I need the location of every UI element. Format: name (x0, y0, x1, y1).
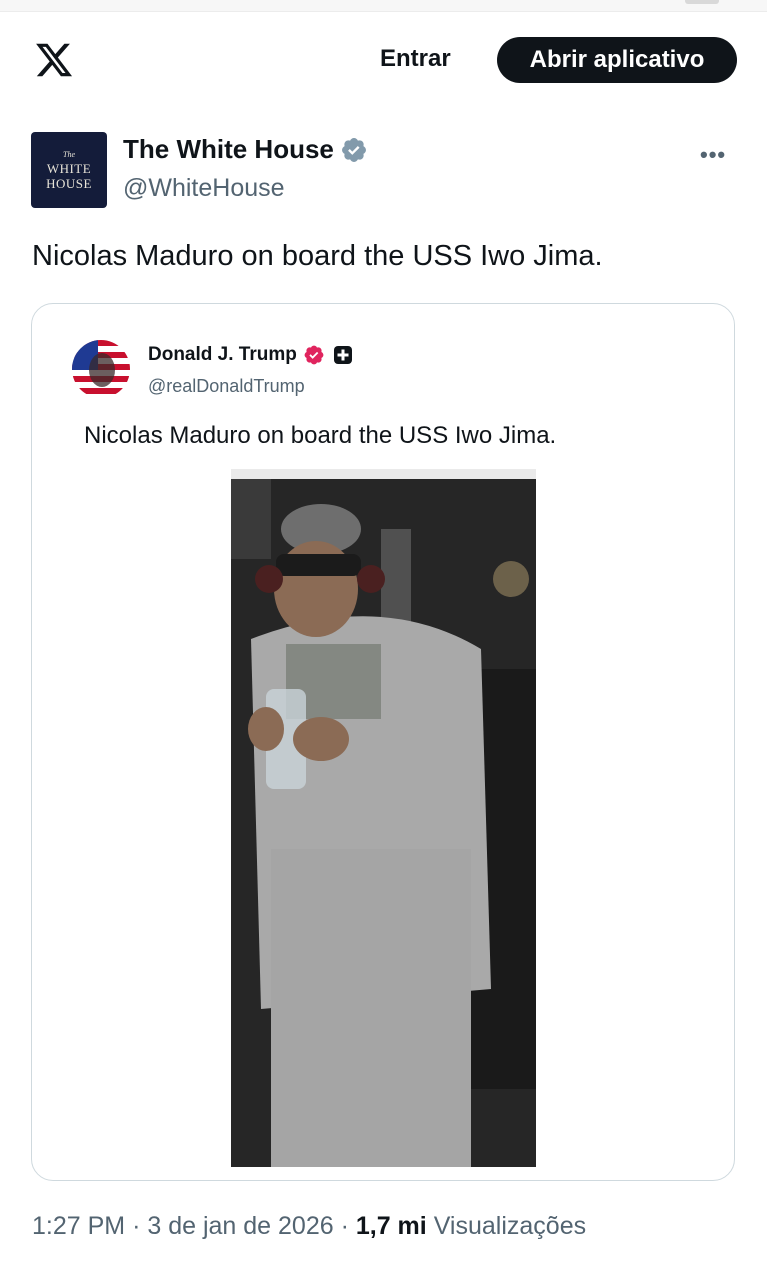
tweet-date[interactable]: 3 de jan de 2026 (147, 1212, 333, 1240)
tweet-time[interactable]: 1:27 PM (32, 1212, 125, 1240)
open-app-button[interactable]: Abrir aplicativo (497, 37, 737, 83)
views-count: 1,7 mi (355, 1212, 427, 1240)
meta-separator: · (340, 1212, 349, 1240)
avatar-text-house: HOUSE (46, 175, 92, 191)
login-link[interactable]: Entrar (380, 45, 451, 73)
author-name-group: The White House (123, 134, 368, 165)
tweet-meta: 1:27 PM · 3 de jan de 2026 · 1,7 mi Visu… (32, 1212, 586, 1241)
status-bar (0, 0, 767, 12)
verified-gray-badge-icon (341, 137, 366, 162)
author-avatar[interactable]: The WHITE HOUSE (31, 132, 107, 208)
quoted-tweet-text: Nicolas Maduro on board the USS Iwo Jima… (84, 422, 557, 449)
avatar-text-the: The (63, 149, 75, 159)
status-indicator (685, 0, 719, 4)
meta-separator: · (132, 1212, 141, 1240)
quoted-author-avatar[interactable] (72, 340, 130, 398)
quoted-name-group: Donald J. Trump (148, 344, 353, 366)
verified-pink-badge-icon (304, 345, 324, 365)
more-options-icon[interactable]: ••• (700, 142, 726, 168)
author-handle[interactable]: @WhiteHouse (123, 174, 285, 203)
tweet-photo[interactable] (231, 469, 536, 1167)
avatar-text-white: WHITE (46, 160, 92, 176)
top-bar: Entrar Abrir aplicativo (0, 12, 767, 108)
views-label: Visualizações (433, 1212, 587, 1240)
author-name[interactable]: The White House (123, 134, 334, 165)
quoted-author-handle[interactable]: @realDonaldTrump (148, 376, 305, 397)
tweet-text: Nicolas Maduro on board the USS Iwo Jima… (32, 240, 603, 272)
affiliation-badge-icon (333, 346, 352, 364)
quoted-tweet-card[interactable]: Donald J. Trump @realDonaldTrump Nicolas… (31, 303, 735, 1181)
x-logo-icon[interactable] (34, 40, 74, 80)
quoted-author-name[interactable]: Donald J. Trump (148, 344, 297, 366)
tweet-author-row: The WHITE HOUSE The White House @WhiteHo… (0, 118, 767, 218)
